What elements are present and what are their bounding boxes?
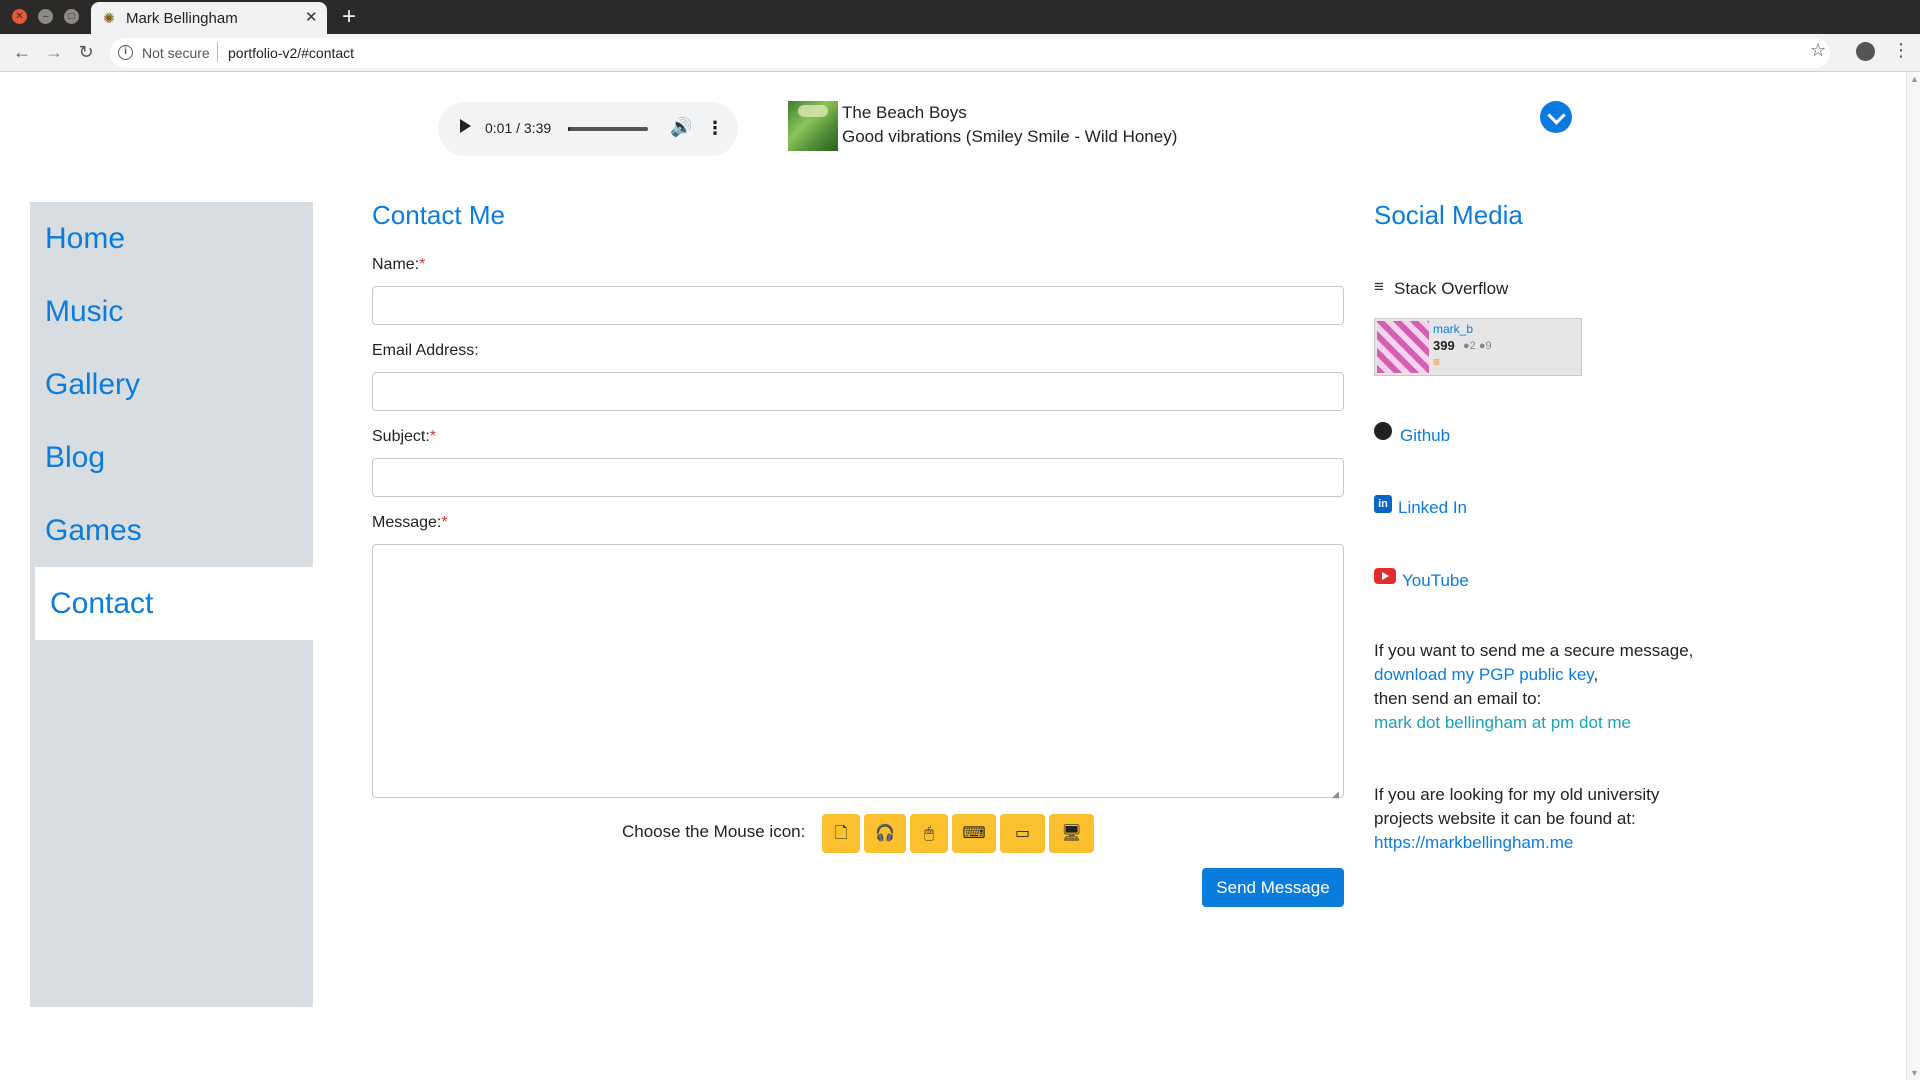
sidebar-item-home[interactable]: Home [30,202,313,275]
headphones-icon[interactable]: 🎧 [864,814,906,853]
old-site-line-2: projects website it can be found at: [1374,809,1636,828]
github-icon [1374,422,1392,440]
sidebar-item-contact[interactable]: Contact [35,567,313,640]
play-icon[interactable] [460,119,471,133]
url-field[interactable]: i Not secure portfolio-v2/#contact [110,38,1830,68]
window-close-button[interactable]: ✕ [12,9,27,24]
playback-time: 0:01 / 3:39 [485,120,552,136]
email-field[interactable] [372,372,1344,411]
email-label: Email Address: [372,342,479,359]
scroll-up-icon[interactable]: ▲ [1910,74,1919,84]
linkedin-link[interactable]: Linked In [1398,498,1467,518]
sidebar-item-games[interactable]: Games [30,494,313,567]
seek-slider[interactable] [568,127,648,131]
subject-label: Subject:* [372,428,437,445]
window-minimize-button[interactable]: – [38,9,53,24]
security-label: Not secure [142,45,210,61]
stackoverflow-small-icon: ≡ [1433,355,1441,369]
audio-player: 0:01 / 3:39 🔊 ⋮ [438,102,738,156]
info-icon[interactable]: i [118,45,133,60]
subject-field[interactable] [372,458,1344,497]
pgp-intro: If you want to send me a secure message, [1374,641,1694,660]
message-textarea[interactable] [372,544,1344,798]
file-icon[interactable]: 🗋 [822,814,860,853]
name-field[interactable] [372,286,1344,325]
bookmark-star-icon[interactable]: ☆ [1810,40,1826,61]
required-marker: * [419,256,426,273]
message-label: Message:* [372,514,448,531]
mouse-icon[interactable]: 🖱 [910,814,948,853]
pgp-key-link[interactable]: download my PGP public key [1374,665,1594,684]
seek-progress-fill [568,127,570,131]
battery-icon[interactable]: ▭ [1000,814,1045,853]
favicon-icon: ✺ [103,10,115,26]
back-arrow-icon[interactable]: ← [10,42,34,63]
browser-menu-icon[interactable]: ⋮ [1892,40,1910,61]
linkedin-icon: in [1374,495,1392,513]
playlist-dropdown-button[interactable] [1540,101,1572,133]
old-site-paragraph: If you are looking for my old university… [1374,783,1659,855]
volume-icon[interactable]: 🔊 [670,117,692,138]
album-cover [788,101,838,151]
youtube-icon [1374,568,1396,584]
name-label: Name:* [372,256,426,273]
pgp-comma: , [1593,665,1599,684]
url-text[interactable]: portfolio-v2/#contact [228,45,354,61]
forward-arrow-icon[interactable]: → [42,42,66,63]
player-options-icon[interactable]: ⋮ [706,118,724,139]
browser-tab[interactable]: ✺ Mark Bellingham ✕ [91,2,327,34]
reload-icon[interactable]: ↻ [74,42,98,63]
sidebar-item-music[interactable]: Music [30,275,313,348]
stackoverflow-icon: ≡ [1374,277,1384,296]
flair-reputation: 399 [1433,338,1455,353]
window-maximize-button[interactable]: □ [64,9,79,24]
vertical-scrollbar[interactable]: ▲ ▼ [1906,72,1920,1080]
flair-badges: ●2 ●9 [1463,340,1492,352]
scroll-down-icon[interactable]: ▼ [1910,1068,1919,1078]
tab-close-icon[interactable]: ✕ [305,8,318,26]
browser-tab-bar: ✕ – □ ✺ Mark Bellingham ✕ + [0,0,1920,34]
old-site-line-1: If you are looking for my old university [1374,785,1660,804]
track-artist: The Beach Boys [842,103,967,122]
monitor-icon[interactable]: 🖥 [1049,814,1094,853]
pgp-paragraph: If you want to send me a secure message,… [1374,639,1693,735]
flair-username: mark_b [1433,322,1474,336]
secure-email-address[interactable]: mark dot bellingham at pm dot me [1374,711,1693,735]
sidebar-item-gallery[interactable]: Gallery [30,348,313,421]
address-bar: ← → ↻ i Not secure portfolio-v2/#contact [0,34,1920,72]
required-marker: * [441,514,448,531]
keyboard-icon[interactable]: ⌨ [952,814,996,853]
sidebar-nav: Home Music Gallery Blog Games Contact [30,202,313,1007]
stackoverflow-flair[interactable]: mark_b 399 ●2 ●9 ≡ [1374,318,1582,376]
flair-avatar [1377,321,1429,373]
github-link[interactable]: Github [1400,426,1450,446]
send-message-button[interactable]: Send Message [1202,868,1344,907]
tab-title: Mark Bellingham [126,10,238,27]
resize-grip-icon[interactable]: ◢ [1332,784,1339,802]
profile-avatar-icon[interactable] [1856,42,1875,61]
social-heading: Social Media [1374,200,1523,230]
new-tab-button[interactable]: + [342,3,356,31]
required-marker: * [429,428,437,445]
old-site-link[interactable]: https://markbellingham.me [1374,831,1659,855]
icon-chooser-label: Choose the Mouse icon: [622,822,806,841]
sidebar-item-blog[interactable]: Blog [30,421,313,494]
youtube-link[interactable]: YouTube [1402,571,1469,591]
url-divider [217,42,218,62]
track-title: Good vibrations (Smiley Smile - Wild Hon… [842,127,1178,146]
page-content: 0:01 / 3:39 🔊 ⋮ The Beach Boys Good vibr… [0,72,1906,1080]
stackoverflow-label: Stack Overflow [1394,279,1509,298]
pgp-send-email-text: then send an email to: [1374,689,1542,708]
contact-heading: Contact Me [372,200,505,230]
